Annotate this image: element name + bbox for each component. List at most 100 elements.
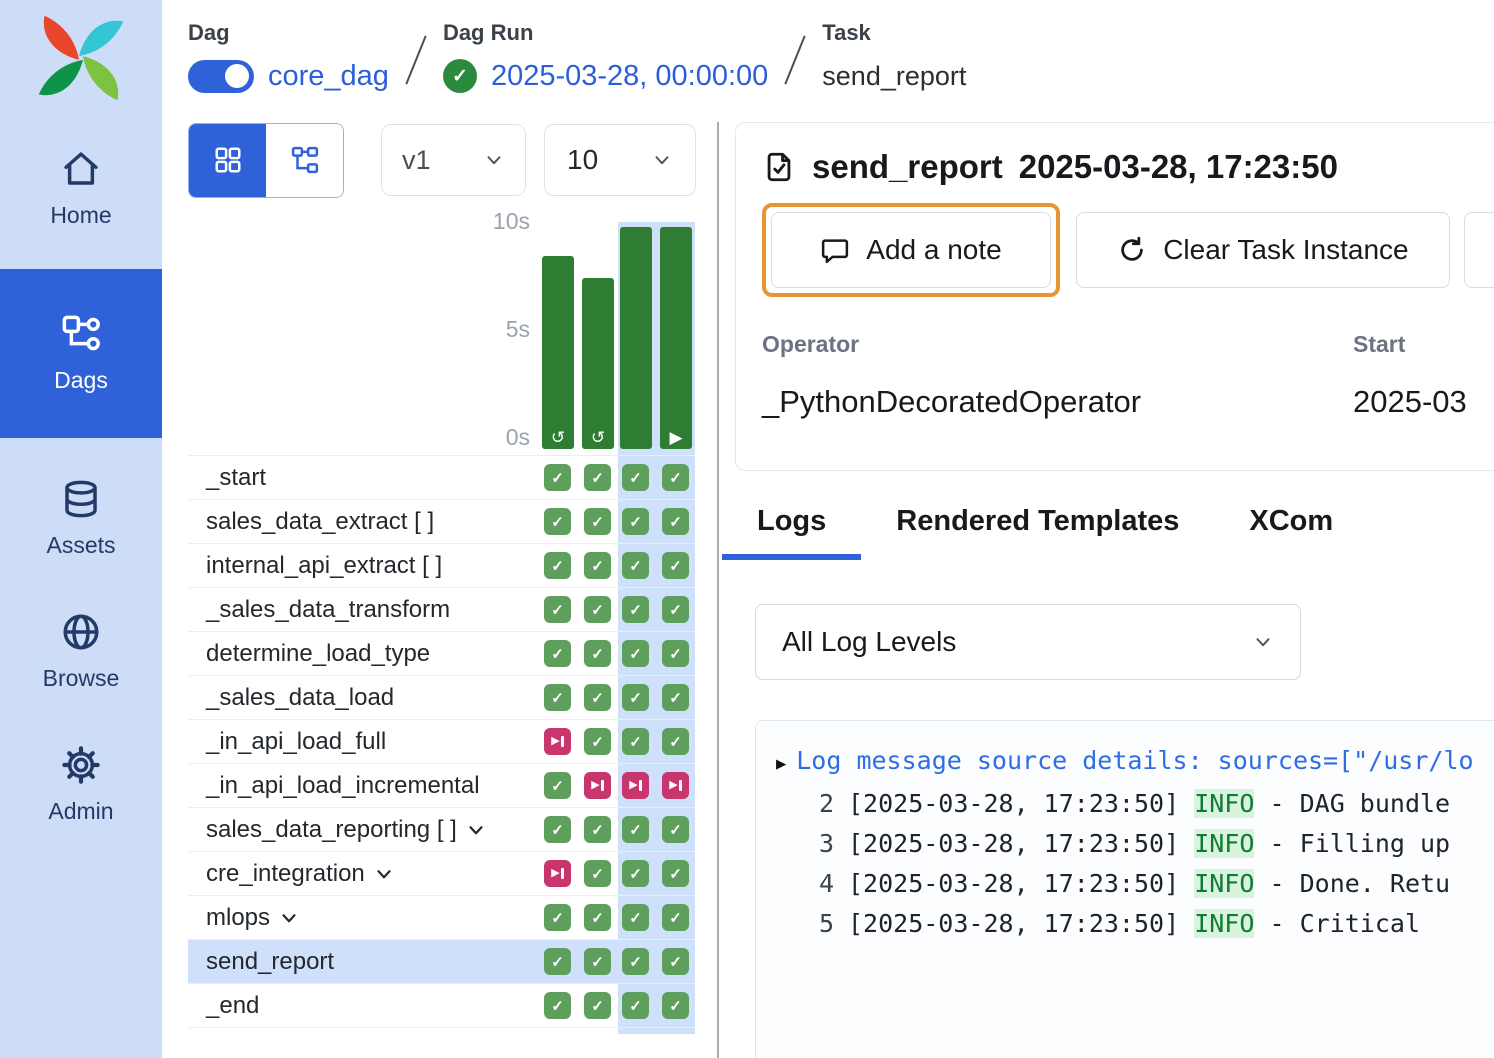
task-instance-success-square[interactable]: ✓: [622, 640, 649, 667]
task-instance-success-square[interactable]: ✓: [544, 992, 571, 1019]
chevron-down-icon[interactable]: [465, 812, 487, 855]
task-row-_sales_data_transform[interactable]: _sales_data_transform✓✓✓✓: [188, 588, 695, 632]
dag-pause-toggle[interactable]: [188, 60, 254, 93]
task-instance-success-square[interactable]: ✓: [622, 552, 649, 579]
task-instance-success-square[interactable]: ✓: [662, 860, 689, 887]
task-instance-success-square[interactable]: ✓: [622, 860, 649, 887]
task-row-_in_api_load_incremental[interactable]: _in_api_load_incremental ✓ ▶ ▶ ▶: [188, 764, 695, 808]
task-instance-success-square[interactable]: ✓: [622, 464, 649, 491]
task-instance-success-square[interactable]: ✓: [584, 552, 611, 579]
sidebar-item-assets[interactable]: Assets: [0, 452, 162, 585]
dag-name-link[interactable]: core_dag: [268, 60, 389, 93]
task-row-_in_api_load_full[interactable]: _in_api_load_full▶✓✓✓: [188, 720, 695, 764]
task-instance-success-square[interactable]: ✓: [584, 728, 611, 755]
task-row-_start[interactable]: _start✓✓✓✓: [188, 456, 695, 500]
panel-divider[interactable]: [717, 122, 719, 1058]
task-instance-success-square[interactable]: ✓: [584, 948, 611, 975]
task-instance-success-square[interactable]: ✓: [584, 596, 611, 623]
task-instance-success-square[interactable]: ✓: [584, 464, 611, 491]
task-instance-success-square[interactable]: ✓: [622, 596, 649, 623]
task-instance-success-square[interactable]: ✓: [544, 948, 571, 975]
task-instance-success-square[interactable]: ✓: [622, 816, 649, 843]
sidebar-item-home[interactable]: Home: [0, 122, 162, 255]
chevron-down-icon[interactable]: [278, 900, 300, 943]
task-instance-success-square[interactable]: ✓: [662, 464, 689, 491]
task-instance-success-square[interactable]: ✓: [622, 684, 649, 711]
tab-logs[interactable]: Logs: [722, 499, 861, 560]
duration-bar[interactable]: ↺: [582, 278, 614, 449]
task-instance-success-square[interactable]: ✓: [662, 640, 689, 667]
task-instance-success-square[interactable]: ✓: [662, 684, 689, 711]
run-limit-select[interactable]: 10: [544, 124, 696, 196]
admin-icon: [60, 744, 102, 786]
task-instance-success-square[interactable]: ✓: [584, 992, 611, 1019]
task-actions: Add a note Clear Task Instance: [762, 203, 1494, 297]
task-instance-success-square[interactable]: ✓: [544, 684, 571, 711]
task-instance-success-square[interactable]: ✓: [584, 684, 611, 711]
tab-xcom[interactable]: XCom: [1214, 499, 1368, 560]
task-instance-skipped-square[interactable]: ▶: [622, 772, 649, 799]
duration-bar[interactable]: ▶: [660, 227, 692, 449]
log-level-badge: INFO: [1194, 909, 1254, 938]
task-row-sales_data_reporting[interactable]: sales_data_reporting [ ]✓✓✓✓: [188, 808, 695, 852]
task-instance-skipped-square[interactable]: ▶: [544, 860, 571, 887]
task-instance-success-square[interactable]: ✓: [662, 816, 689, 843]
task-row-send_report[interactable]: send_report✓✓✓✓: [188, 940, 695, 984]
task-instance-success-square[interactable]: ✓: [622, 992, 649, 1019]
task-instance-success-square[interactable]: ✓: [662, 948, 689, 975]
log-level-select[interactable]: All Log Levels: [755, 604, 1301, 680]
dag-version-select[interactable]: v1: [381, 124, 526, 196]
add-note-label: Add a note: [866, 234, 1001, 266]
task-instance-success-square[interactable]: ✓: [544, 552, 571, 579]
task-instance-success-square[interactable]: ✓: [622, 948, 649, 975]
task-row-internal_api_extract[interactable]: internal_api_extract [ ] ✓ ✓ ✓ ✓: [188, 544, 695, 588]
task-instance-success-square[interactable]: ✓: [584, 816, 611, 843]
sidebar-item-admin[interactable]: Admin: [0, 718, 162, 851]
airflow-logo[interactable]: [31, 10, 131, 122]
expand-log-sources-icon[interactable]: ▶: [776, 754, 786, 774]
sidebar-item-dags[interactable]: Dags: [0, 269, 162, 438]
task-name-label: internal_api_extract [ ]: [206, 544, 442, 587]
task-instance-success-square[interactable]: ✓: [662, 508, 689, 535]
task-instance-success-square[interactable]: ✓: [662, 992, 689, 1019]
task-instance-success-square[interactable]: ✓: [544, 904, 571, 931]
task-instance-success-square[interactable]: ✓: [544, 508, 571, 535]
more-actions-button[interactable]: [1464, 212, 1494, 288]
task-instance-skipped-square[interactable]: ▶: [662, 772, 689, 799]
task-row-_sales_data_load[interactable]: _sales_data_load✓✓✓✓: [188, 676, 695, 720]
sidebar-item-browse[interactable]: Browse: [0, 585, 162, 718]
chevron-down-icon[interactable]: [373, 856, 395, 899]
task-instance-success-square[interactable]: ✓: [622, 904, 649, 931]
duration-bar[interactable]: ↺: [542, 256, 574, 449]
task-instance-success-square[interactable]: ✓: [544, 772, 571, 799]
dag-run-date-link[interactable]: 2025-03-28, 00:00:00: [491, 60, 768, 93]
task-instance-success-square[interactable]: ✓: [544, 640, 571, 667]
tab-rendered-templates[interactable]: Rendered Templates: [861, 499, 1214, 560]
task-instance-skipped-square[interactable]: ▶: [544, 728, 571, 755]
task-instance-skipped-square[interactable]: ▶: [584, 772, 611, 799]
task-row-cre_integration[interactable]: cre_integration▶✓✓✓: [188, 852, 695, 896]
task-instance-success-square[interactable]: ✓: [622, 728, 649, 755]
task-row-_end[interactable]: _end✓✓✓✓: [188, 984, 695, 1028]
clear-task-instance-button[interactable]: Clear Task Instance: [1076, 212, 1450, 288]
task-row-determine_load_type[interactable]: determine_load_type✓✓✓✓: [188, 632, 695, 676]
task-instance-success-square[interactable]: ✓: [584, 860, 611, 887]
task-instance-success-square[interactable]: ✓: [584, 640, 611, 667]
task-instance-success-square[interactable]: ✓: [662, 596, 689, 623]
graph-view-button[interactable]: [266, 124, 343, 197]
grid-view-button[interactable]: [189, 124, 266, 197]
task-name-label: _in_api_load_incremental: [206, 764, 480, 807]
task-instance-success-square[interactable]: ✓: [662, 552, 689, 579]
task-row-mlops[interactable]: mlops✓✓✓✓: [188, 896, 695, 940]
duration-bar[interactable]: [620, 227, 652, 449]
add-note-button[interactable]: Add a note: [771, 212, 1051, 288]
task-instance-success-square[interactable]: ✓: [584, 508, 611, 535]
task-instance-success-square[interactable]: ✓: [544, 464, 571, 491]
task-instance-success-square[interactable]: ✓: [662, 904, 689, 931]
task-instance-success-square[interactable]: ✓: [544, 816, 571, 843]
task-instance-success-square[interactable]: ✓: [584, 904, 611, 931]
task-instance-success-square[interactable]: ✓: [544, 596, 571, 623]
task-instance-success-square[interactable]: ✓: [662, 728, 689, 755]
task-row-sales_data_extract[interactable]: sales_data_extract [ ]✓✓✓✓: [188, 500, 695, 544]
task-instance-success-square[interactable]: ✓: [622, 508, 649, 535]
